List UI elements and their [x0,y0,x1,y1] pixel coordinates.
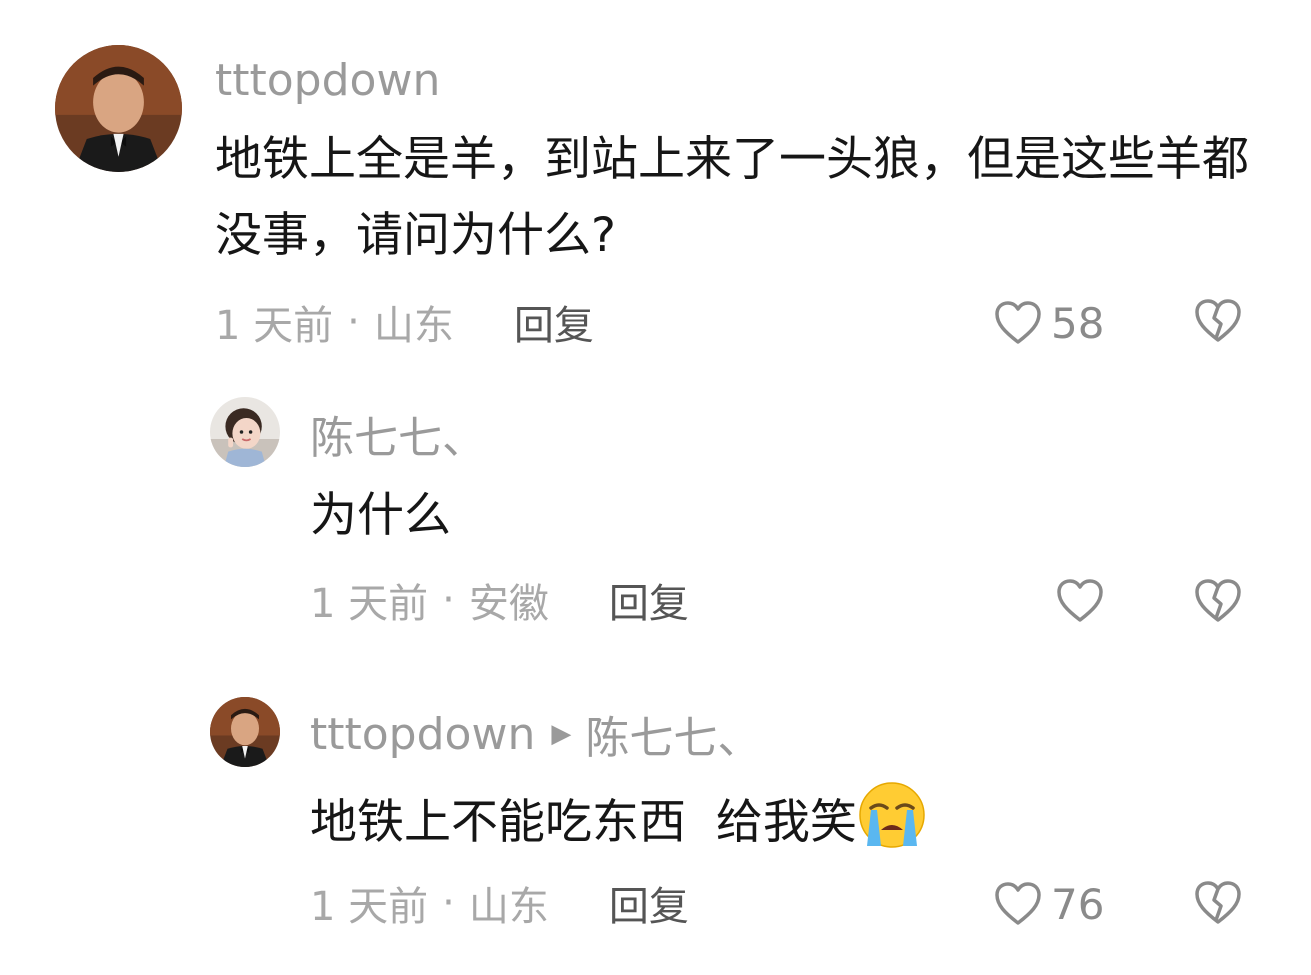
reply-to-username[interactable]: 陈七七、 [585,702,761,766]
meta-separator: · [442,880,455,926]
comment-location: 安徽 [468,581,549,627]
dislike-button[interactable] [1193,298,1243,348]
meta-separator: · [347,299,360,345]
comment-username[interactable]: 陈七七、 [310,406,486,464]
broken-heart-icon [1195,579,1241,622]
comment-text: 为什么 [310,488,451,543]
comment-meta: 1 天前 · 山东 回复 [215,294,594,350]
comment-meta: 1 天前 · 安徽 回复 [310,572,689,628]
comment-text: 地铁上全是羊，到站上来了一头狼，但是这些羊都没事，请问为什么? [215,132,1249,263]
reply-button[interactable]: 回复 [514,293,594,351]
comment-username[interactable]: tttopdown [310,709,535,760]
avatar[interactable] [210,697,280,767]
reply-header: tttopdown ▶ 陈七七、 [310,706,761,765]
broken-heart-icon [1195,881,1241,924]
comment-time: 1 天前 [215,303,334,349]
comment-location: 山东 [373,303,454,349]
reply-arrow-icon: ▶ [551,719,572,749]
dislike-button[interactable] [1193,880,1243,930]
heart-icon [995,301,1041,344]
heart-icon [1057,579,1103,622]
avatar-image [210,697,280,767]
broken-heart-icon [1195,299,1241,342]
comment-text-wrap: 地铁上不能吃东西 给我笑 [310,780,1260,861]
comment-time: 1 天前 [310,884,429,930]
like-button[interactable]: 76 [993,876,1104,932]
comment-username[interactable]: tttopdown [215,52,440,108]
like-button[interactable] [1055,573,1105,629]
like-count: 58 [1051,298,1105,348]
heart-icon [995,882,1041,925]
avatar[interactable] [55,45,182,172]
comment-location: 山东 [468,884,549,930]
like-button[interactable]: 58 [993,295,1104,351]
avatar-image [55,45,182,172]
dislike-button[interactable] [1193,578,1243,628]
comment-time: 1 天前 [310,581,429,627]
like-count: 76 [1051,879,1105,929]
comment-meta: 1 天前 · 山东 回复 [310,875,689,931]
loudly-crying-face-icon [859,782,925,848]
avatar-image [210,397,280,467]
reply-button[interactable]: 回复 [609,874,689,932]
meta-separator: · [442,577,455,623]
comment-text: 地铁上不能吃东西 给我笑 [310,795,857,850]
avatar[interactable] [210,397,280,467]
reply-button[interactable]: 回复 [609,571,689,629]
